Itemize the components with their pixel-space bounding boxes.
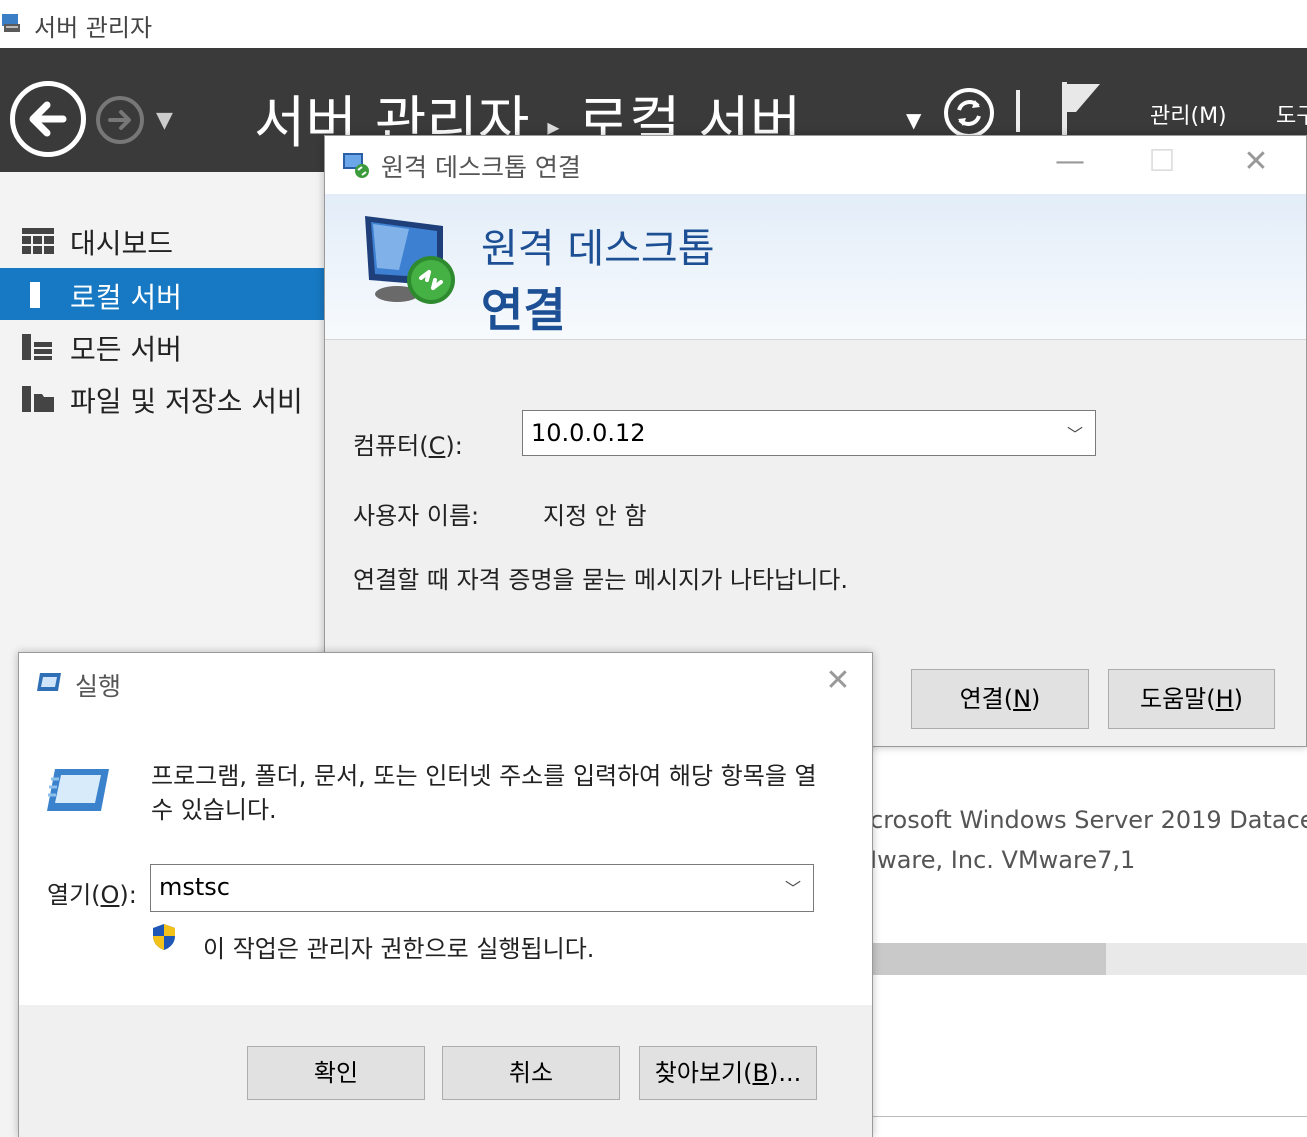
- run-dialog: 실행 ✕ 프로그램, 폴더, 문서, 또는 인터넷 주소를 입력하여 해당 항목…: [18, 652, 873, 1137]
- open-combobox[interactable]: mstsc ﹀: [150, 864, 814, 912]
- run-footer: 확인 취소 찾아보기(B)...: [19, 1005, 872, 1137]
- computer-input[interactable]: 10.0.0.12: [531, 419, 646, 447]
- hardware-property-value[interactable]: Iware, Inc. VMware7,1: [870, 846, 1135, 874]
- minimize-button[interactable]: —: [1047, 144, 1093, 184]
- browse-button[interactable]: 찾아보기(B)...: [639, 1046, 817, 1100]
- run-description: 프로그램, 폴더, 문서, 또는 인터넷 주소를 입력하여 해당 항목을 열 수…: [151, 762, 817, 824]
- run-titlebar[interactable]: 실행 ✕: [19, 653, 872, 713]
- back-button[interactable]: [10, 81, 86, 157]
- os-property-value[interactable]: crosoft Windows Server 2019 Datacente: [870, 806, 1307, 834]
- run-close-button[interactable]: ✕: [815, 663, 861, 703]
- header-dropdown-icon[interactable]: ▼: [906, 108, 921, 132]
- open-label: 열기(O):: [47, 881, 137, 909]
- rdp-banner-subtitle: 연결: [481, 283, 566, 337]
- user-name-value: 지정 안 함: [543, 502, 647, 530]
- run-app-icon: [37, 673, 61, 691]
- history-dropdown-icon[interactable]: ▼: [156, 108, 173, 133]
- open-input[interactable]: mstsc: [159, 873, 230, 901]
- sidebar-item-all-servers[interactable]: 모든 서버: [0, 320, 330, 372]
- tools-menu[interactable]: 도구: [1276, 98, 1307, 130]
- rdp-banner: 원격 데스크톱 연결: [325, 194, 1306, 340]
- help-button[interactable]: 도움말(H): [1108, 669, 1275, 729]
- rdp-window-title: 원격 데스크톱 연결: [381, 153, 581, 182]
- content-divider: [870, 1116, 1307, 1117]
- file-storage-icon: [22, 386, 54, 412]
- uac-shield-icon: [153, 924, 175, 950]
- sidebar-item-label: 모든 서버: [70, 333, 182, 366]
- local-server-icon: [30, 282, 40, 308]
- sidebar-item-label: 대시보드: [70, 227, 174, 260]
- credential-note: 연결할 때 자격 증명을 묻는 메시지가 나타납니다.: [353, 566, 849, 594]
- remote-desktop-logo-icon: [365, 216, 455, 304]
- ok-button[interactable]: 확인: [247, 1046, 425, 1100]
- back-arrow-icon: [29, 101, 67, 137]
- computer-label: 컴퓨터(C):: [353, 432, 463, 460]
- admin-note: 이 작업은 관리자 권한으로 실행됩니다.: [203, 935, 595, 963]
- connect-button[interactable]: 연결(N): [911, 669, 1089, 729]
- maximize-button: ☐: [1148, 144, 1176, 179]
- sidebar-item-label: 로컬 서버: [70, 281, 182, 314]
- all-servers-icon: [22, 334, 52, 360]
- sidebar-item-local-server[interactable]: 로컬 서버: [0, 268, 330, 320]
- forward-button[interactable]: [96, 96, 144, 144]
- chevron-down-icon[interactable]: ﹀: [1067, 421, 1083, 445]
- chevron-down-icon[interactable]: ﹀: [785, 875, 801, 899]
- progress-fill: [870, 943, 1106, 975]
- sidebar-item-dashboard[interactable]: 대시보드: [0, 214, 330, 266]
- dashboard-icon: [22, 228, 54, 254]
- manage-menu[interactable]: 관리(M): [1150, 98, 1227, 130]
- progress-bar: [870, 943, 1307, 975]
- rdp-titlebar[interactable]: 원격 데스크톱 연결 — ☐ ✕: [325, 136, 1306, 194]
- refresh-icon[interactable]: [942, 86, 996, 140]
- cancel-button[interactable]: 취소: [442, 1046, 620, 1100]
- rdp-close-button[interactable]: ✕: [1233, 144, 1279, 184]
- remote-desktop-app-icon: [343, 153, 369, 178]
- sidebar-item-file-storage[interactable]: 파일 및 저장소 서비: [0, 372, 330, 424]
- run-window-title: 실행: [75, 672, 122, 701]
- computer-combobox[interactable]: 10.0.0.12 ﹀: [522, 410, 1096, 456]
- sidebar-item-label: 파일 및 저장소 서비: [70, 385, 303, 418]
- server-manager-app-icon: [2, 14, 20, 32]
- window-title: 서버 관리자: [34, 14, 153, 42]
- forward-arrow-icon: [108, 110, 131, 130]
- run-large-icon: [47, 769, 109, 811]
- server-manager-titlebar: 서버 관리자: [0, 0, 1307, 48]
- header-divider: [1016, 90, 1020, 132]
- user-name-label: 사용자 이름:: [353, 502, 480, 530]
- rdp-banner-title: 원격 데스크톱: [481, 226, 715, 272]
